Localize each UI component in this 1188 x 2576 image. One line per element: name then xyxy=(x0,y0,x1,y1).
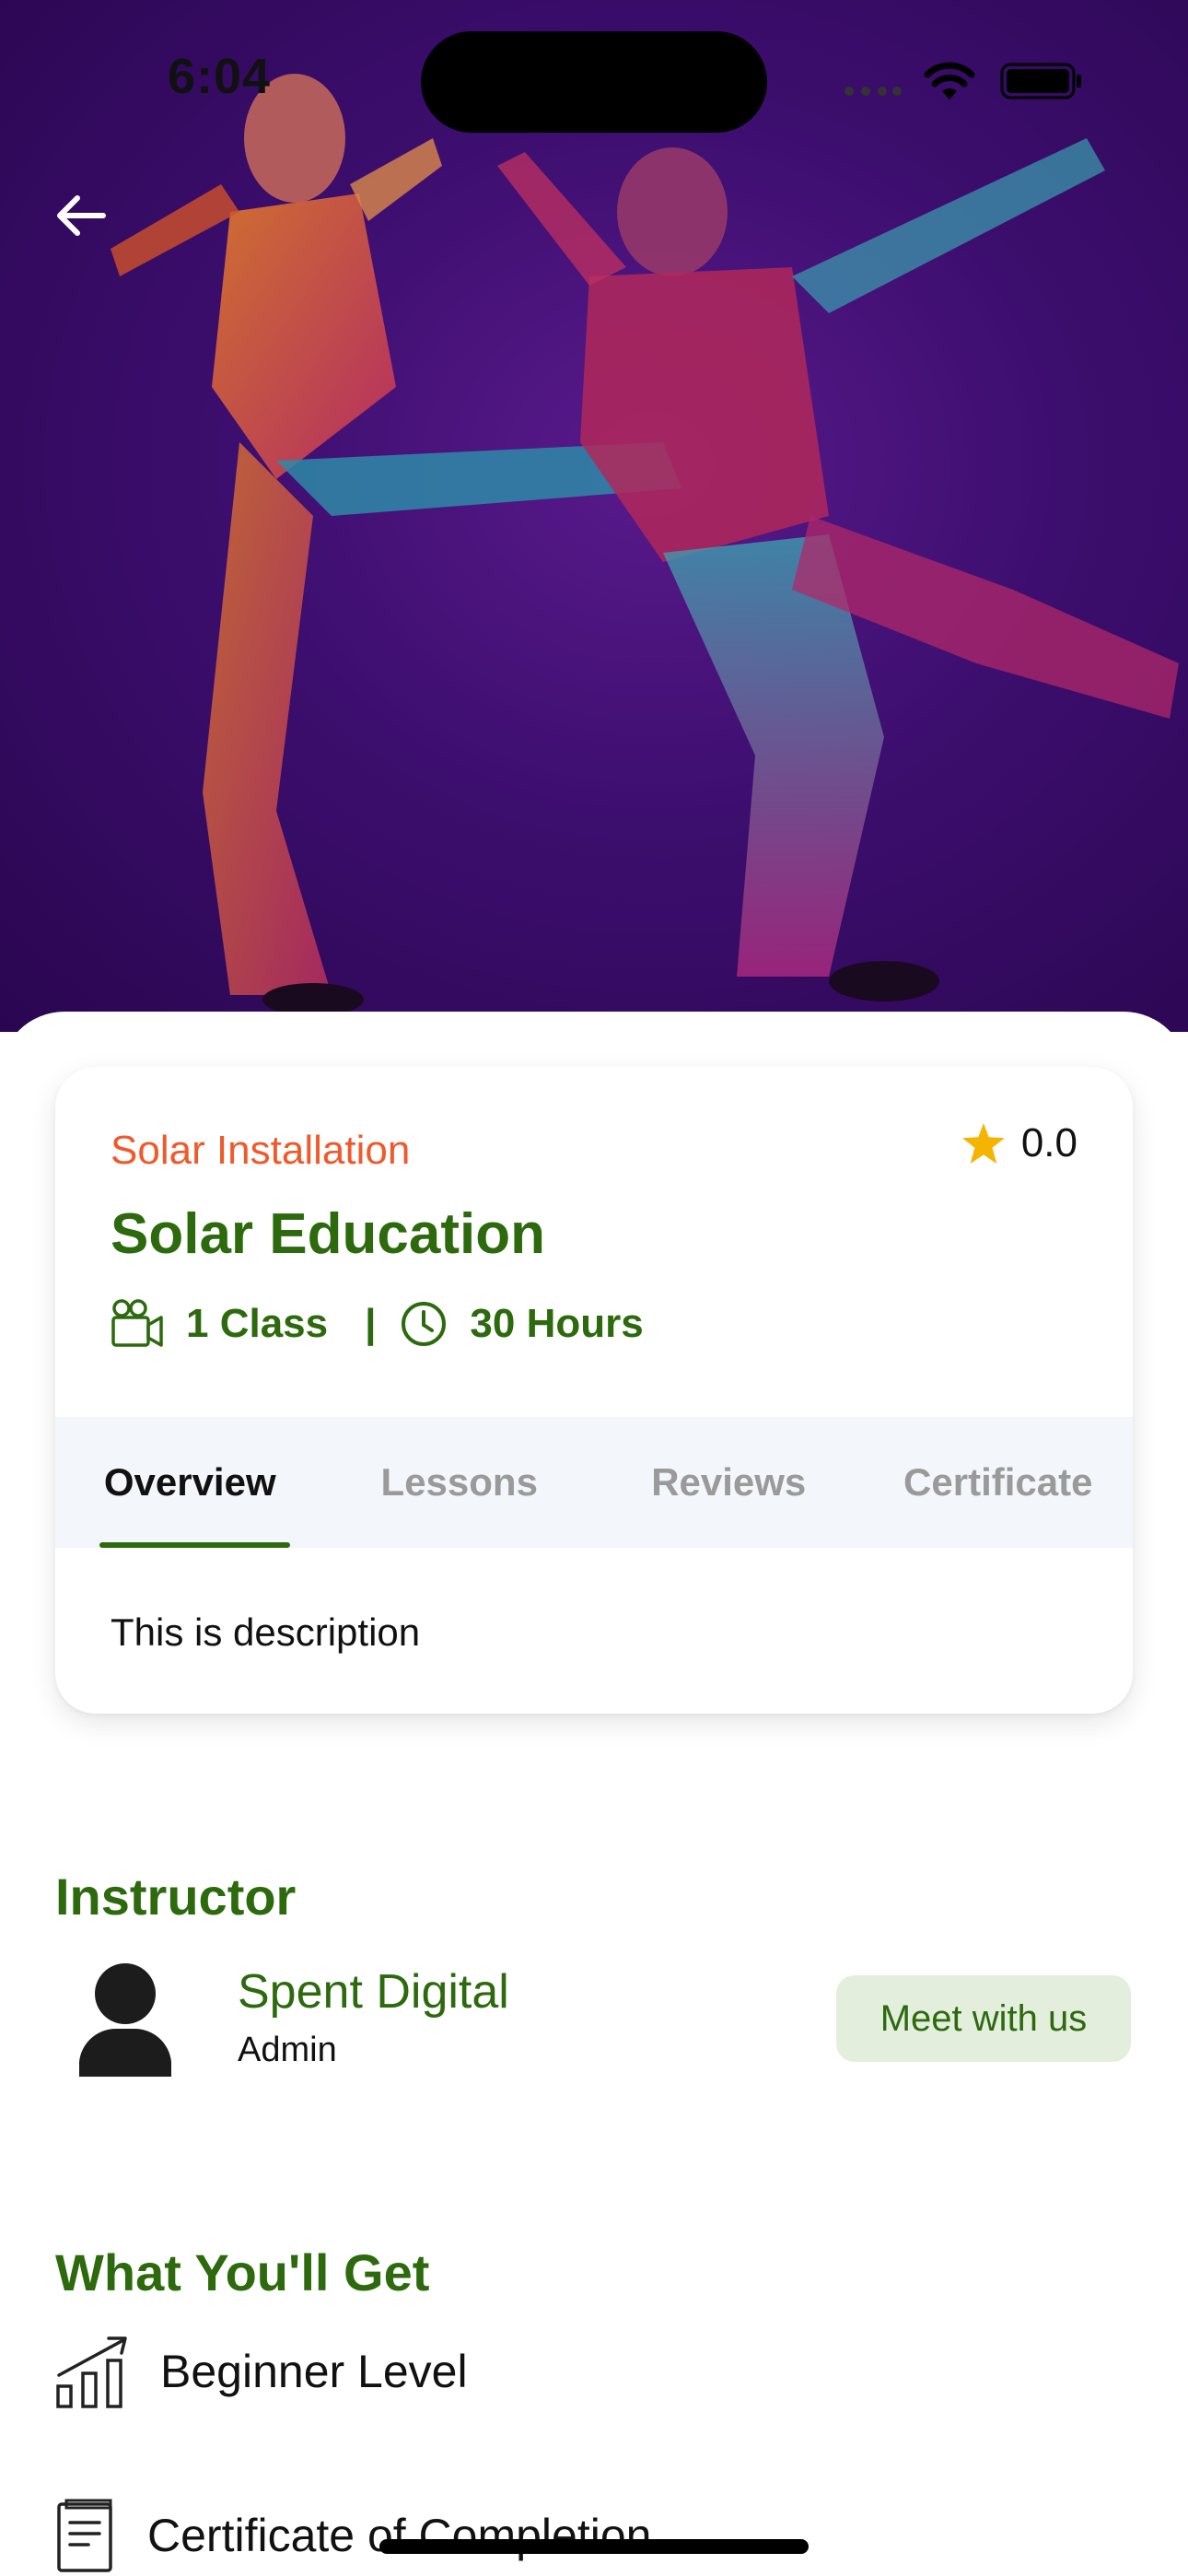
arrow-left-icon xyxy=(57,195,106,236)
certificate-icon xyxy=(57,2499,112,2572)
tab-overview[interactable]: Overview xyxy=(55,1417,325,1548)
get-item-label: Beginner Level xyxy=(160,2346,468,2397)
course-info-card: Solar Installation 0.0 Solar Education 1… xyxy=(55,1067,1133,1714)
course-title: Solar Education xyxy=(111,1202,545,1266)
meet-with-us-button[interactable]: Meet with us xyxy=(836,1975,1131,2062)
star-icon xyxy=(961,1123,1005,1164)
list-item: Certificate of Completion xyxy=(55,2499,651,2572)
bar-chart-icon xyxy=(56,2336,127,2408)
get-item-label: Certificate of Completion xyxy=(147,2510,652,2561)
wifi-icon xyxy=(924,62,975,100)
course-duration: 30 Hours xyxy=(470,1301,644,1346)
tab-certificate[interactable]: Certificate xyxy=(864,1417,1134,1548)
avatar-person-icon xyxy=(79,1963,171,2077)
rating-value: 0.0 xyxy=(1020,1120,1077,1165)
cellular-dots-icon xyxy=(844,87,902,96)
course-rating: 0.0 xyxy=(961,1120,1077,1166)
back-button[interactable] xyxy=(55,193,140,278)
instructor-role: Admin xyxy=(238,2031,337,2069)
status-bar: 6:04 xyxy=(0,0,1188,157)
tab-lessons[interactable]: Lessons xyxy=(325,1417,595,1548)
home-indicator[interactable] xyxy=(379,2539,809,2554)
video-camera-icon xyxy=(111,1299,163,1347)
status-time: 6:04 xyxy=(168,49,272,104)
course-category: Solar Installation xyxy=(111,1128,411,1173)
meta-separator: | xyxy=(365,1301,377,1346)
class-count: 1 Class xyxy=(186,1301,329,1346)
what-you-get-heading: What You'll Get xyxy=(55,2243,430,2301)
battery-icon xyxy=(1000,63,1081,100)
course-description: This is description xyxy=(111,1610,421,1654)
tab-reviews[interactable]: Reviews xyxy=(594,1417,864,1548)
clock-icon xyxy=(402,1302,447,1346)
course-meta: 1 Class | 30 Hours xyxy=(111,1299,644,1349)
course-tabs: Overview Lessons Reviews Certificate xyxy=(55,1417,1133,1548)
instructor-heading: Instructor xyxy=(55,1868,297,1926)
list-item: Beginner Level xyxy=(55,2335,468,2408)
course-hero-image: 6:04 xyxy=(0,0,1188,1032)
dynamic-island xyxy=(421,31,767,133)
instructor-name: Spent Digital xyxy=(238,1965,509,2019)
